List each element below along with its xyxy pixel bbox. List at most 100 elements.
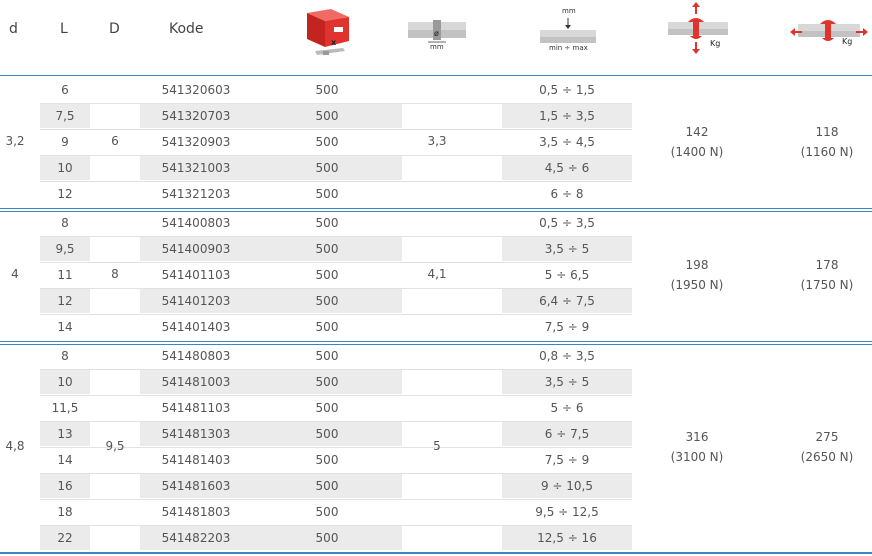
group-tensile-n: (1950 N) — [670, 278, 724, 292]
row-separator — [40, 129, 632, 130]
cell-l: 18 — [57, 505, 73, 519]
cell-l: 22 — [40, 526, 90, 550]
group-rule — [0, 344, 872, 345]
header-kode: Kode — [169, 21, 204, 37]
group-hole: 5 — [433, 439, 441, 453]
row-separator — [40, 236, 632, 237]
cell-l: 8 — [61, 349, 69, 363]
cell-kode: 541400803 — [161, 216, 231, 230]
header-big-d: D — [109, 21, 120, 37]
row-separator — [40, 369, 632, 370]
cell-kode: 541320603 — [161, 83, 231, 97]
cell-qty: 500 — [315, 268, 339, 282]
group-tensile: 198 — [685, 258, 709, 272]
group-big-d: 9,5 — [105, 439, 125, 453]
group-tensile: 142 — [685, 125, 709, 139]
cell-qty: 500 — [252, 422, 402, 446]
cell-kode: 541321203 — [161, 187, 231, 201]
cell-grip: 4,5 ÷ 6 — [502, 156, 632, 180]
group-shear: 275 — [815, 430, 839, 444]
hole-diameter-icon: ø mm — [408, 16, 466, 56]
cell-grip: 9,5 ÷ 12,5 — [535, 505, 599, 519]
row-separator — [40, 262, 632, 263]
cell-kode: 541481303 — [140, 422, 252, 446]
row-separator — [40, 155, 632, 156]
cell-l: 9 — [61, 135, 69, 149]
grip-range-icon: mm min ÷ max — [540, 6, 596, 56]
group-tensile: 316 — [685, 430, 709, 444]
cell-grip: 9 ÷ 10,5 — [502, 474, 632, 498]
group-d: 3,2 — [5, 134, 25, 148]
rule-header — [0, 75, 872, 76]
group-rule — [0, 208, 872, 209]
cell-grip: 3,5 ÷ 5 — [502, 237, 632, 261]
cell-qty: 500 — [315, 187, 339, 201]
header-l: L — [60, 21, 68, 37]
cell-grip: 7,5 ÷ 9 — [544, 453, 590, 467]
cell-kode: 541320703 — [140, 104, 252, 128]
box-x-label: x — [331, 38, 337, 47]
cell-qty: 500 — [252, 156, 402, 180]
cell-l: 10 — [40, 156, 90, 180]
header-d: d — [9, 21, 18, 37]
grip-unit: mm — [562, 7, 576, 15]
group-shear: 178 — [815, 258, 839, 272]
cell-kode: 541401403 — [161, 320, 231, 334]
cell-kode: 541481403 — [161, 453, 231, 467]
shear-strength-icon: Kg — [790, 10, 868, 56]
group-d: 4 — [11, 267, 19, 281]
cell-qty: 500 — [252, 526, 402, 550]
cell-kode: 541480803 — [161, 349, 231, 363]
row-separator — [40, 395, 632, 396]
cell-grip: 0,5 ÷ 1,5 — [539, 83, 595, 97]
cell-kode: 541320903 — [161, 135, 231, 149]
cell-l: 10 — [40, 370, 90, 394]
group-big-d: 8 — [111, 267, 119, 281]
grip-range-label: min ÷ max — [549, 44, 588, 52]
table-bottom-rule — [0, 552, 872, 554]
cell-grip: 3,5 ÷ 5 — [502, 370, 632, 394]
cell-qty: 500 — [252, 370, 402, 394]
cell-l: 13 — [40, 422, 90, 446]
row-separator — [40, 499, 632, 500]
cell-grip: 6 ÷ 7,5 — [502, 422, 632, 446]
cell-grip: 12,5 ÷ 16 — [502, 526, 632, 550]
hole-dia-label: ø — [434, 29, 439, 38]
cell-l: 6 — [61, 83, 69, 97]
cell-qty: 500 — [315, 453, 339, 467]
row-separator — [40, 314, 632, 315]
cell-l: 9,5 — [40, 237, 90, 261]
cell-qty: 500 — [252, 237, 402, 261]
cell-kode: 541401103 — [161, 268, 231, 282]
group-shear-n: (2650 N) — [800, 450, 854, 464]
row-separator — [40, 288, 632, 289]
cell-qty: 500 — [252, 104, 402, 128]
group-rule — [0, 211, 872, 212]
group-hole: 3,3 — [427, 134, 447, 148]
cell-grip: 1,5 ÷ 3,5 — [502, 104, 632, 128]
group-shear-n: (1160 N) — [800, 145, 854, 159]
shear-kg-label: Kg — [842, 37, 853, 46]
tensile-strength-icon: Kg — [668, 2, 728, 56]
cell-kode: 541481003 — [140, 370, 252, 394]
group-tensile-n: (3100 N) — [670, 450, 724, 464]
cell-l: 11,5 — [51, 401, 79, 415]
cell-qty: 500 — [252, 474, 402, 498]
cell-l: 7,5 — [40, 104, 90, 128]
row-separator — [40, 421, 632, 422]
cell-grip: 6,4 ÷ 7,5 — [502, 289, 632, 313]
group-big-d: 6 — [111, 134, 119, 148]
group-rule — [0, 341, 872, 342]
row-separator — [40, 473, 632, 474]
cell-qty: 500 — [315, 83, 339, 97]
cell-kode: 541481103 — [161, 401, 231, 415]
cell-qty: 500 — [315, 401, 339, 415]
cell-kode: 541400903 — [140, 237, 252, 261]
cell-l: 12 — [40, 289, 90, 313]
hole-dia-unit: mm — [430, 43, 444, 51]
cell-qty: 500 — [252, 289, 402, 313]
cell-l: 11 — [57, 268, 73, 282]
tensile-kg-label: Kg — [710, 39, 721, 48]
cell-qty: 500 — [315, 320, 339, 334]
cell-grip: 3,5 ÷ 4,5 — [539, 135, 595, 149]
